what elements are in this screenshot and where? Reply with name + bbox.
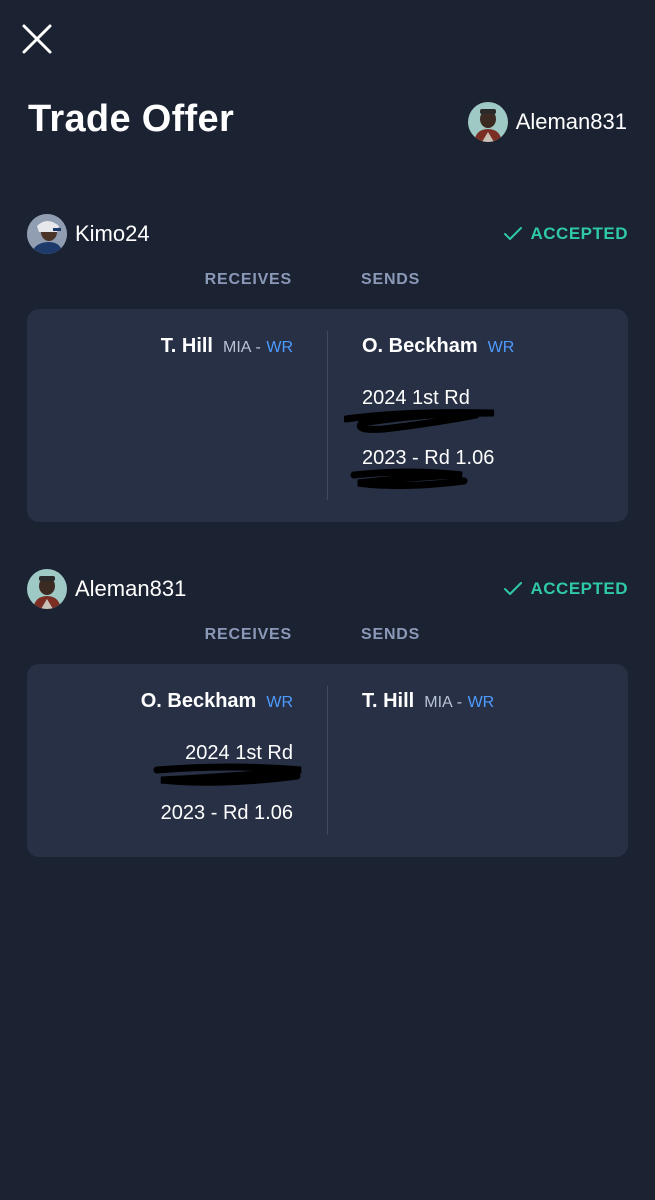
party-username: Aleman831 xyxy=(75,576,187,601)
receives-label: RECEIVES xyxy=(204,626,292,643)
avatar xyxy=(27,214,67,254)
player-asset[interactable]: O. Beckham WR xyxy=(141,686,293,718)
receives-column: T. Hill MIA - WR xyxy=(161,331,293,363)
status-text: ACCEPTED xyxy=(530,579,628,598)
header-username: Aleman831 xyxy=(515,109,627,134)
draft-pick-asset[interactable]: 2023 - Rd 1.06 xyxy=(141,798,293,828)
trade-party-aleman831: Aleman831 ACCEPTED RECEIVES SENDS O. Bec… xyxy=(27,568,628,857)
sends-label: SENDS xyxy=(361,626,421,643)
redacted-scribble xyxy=(344,409,514,433)
party-username: Kimo24 xyxy=(75,221,150,246)
player-asset[interactable]: T. Hill MIA - WR xyxy=(362,686,494,718)
redacted-scribble xyxy=(350,468,514,493)
avatar xyxy=(467,102,508,142)
sends-column: O. Beckham WR 2024 1st Rd 2023 - Rd 1.06 xyxy=(344,331,514,493)
sends-label: SENDS xyxy=(361,271,421,288)
status-badge: ACCEPTED xyxy=(504,224,628,244)
header-user[interactable]: Aleman831 xyxy=(467,102,627,142)
sends-column: T. Hill MIA - WR xyxy=(362,686,494,718)
player-asset[interactable]: O. Beckham WR xyxy=(362,331,514,363)
close-icon xyxy=(22,24,52,54)
trade-card: O. Beckham WR 2024 1st Rd 2023 - Rd 1.06 … xyxy=(27,664,628,857)
player-asset[interactable]: T. Hill MIA - WR xyxy=(161,331,293,363)
column-divider xyxy=(327,331,328,500)
status-text: ACCEPTED xyxy=(530,224,628,243)
party-user[interactable]: Kimo24 xyxy=(27,214,150,254)
check-icon xyxy=(504,582,523,595)
trade-party-kimo24: Kimo24 ACCEPTED RECEIVES SENDS T. Hill MI… xyxy=(27,213,628,522)
page-title: Trade Offer xyxy=(28,98,235,140)
column-divider xyxy=(327,686,328,835)
check-icon xyxy=(504,227,523,240)
redacted-scribble xyxy=(141,763,302,788)
receives-column: O. Beckham WR 2024 1st Rd 2023 - Rd 1.06 xyxy=(141,686,302,828)
trade-card: T. Hill MIA - WR O. Beckham WR 2024 1st Rd … xyxy=(27,309,628,522)
avatar xyxy=(27,569,67,609)
status-badge: ACCEPTED xyxy=(504,579,628,599)
party-user[interactable]: Aleman831 xyxy=(27,569,186,609)
close-button[interactable] xyxy=(18,20,56,58)
receives-label: RECEIVES xyxy=(204,271,292,288)
